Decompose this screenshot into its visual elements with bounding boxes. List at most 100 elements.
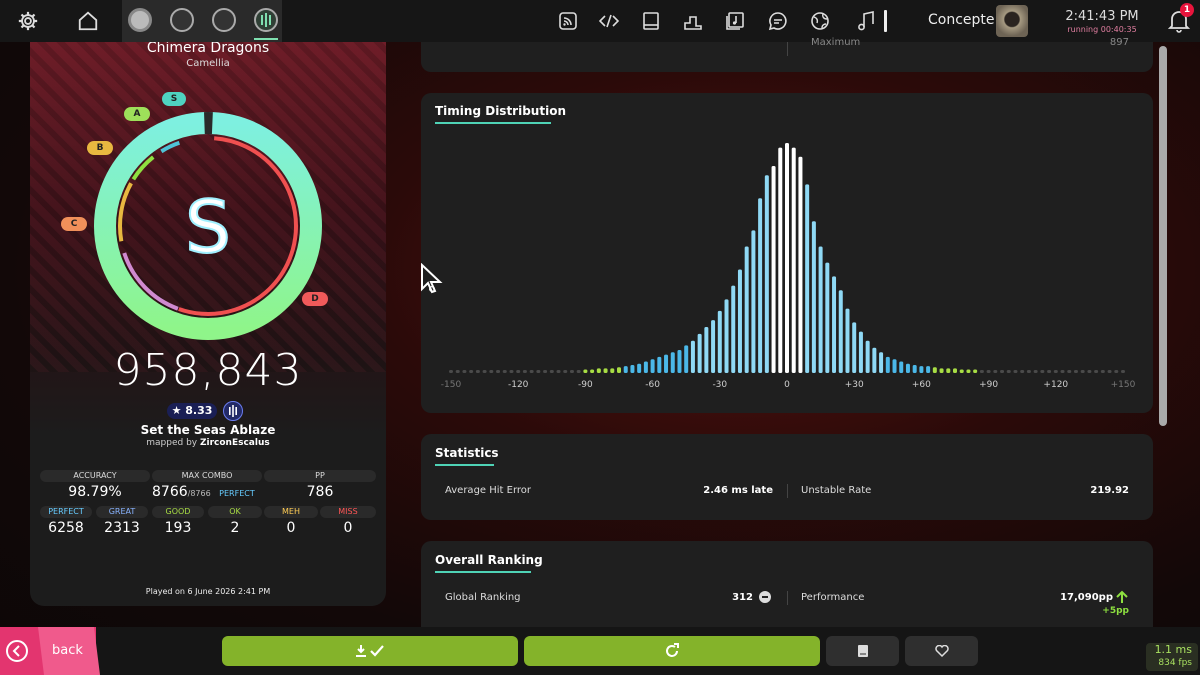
ruleset-mania-icon[interactable] (254, 8, 278, 32)
timing-bar (556, 370, 561, 373)
partial-statistics-card: Maximum 897 (421, 37, 1153, 72)
timing-bar (885, 356, 890, 373)
changelog-code-icon[interactable] (597, 9, 621, 33)
beatmap-details-button[interactable] (826, 636, 899, 666)
max-combo-group: 8766/8766 PERFECT (152, 484, 262, 500)
timing-bar (852, 322, 857, 373)
timing-distribution-title: Timing Distribution (435, 104, 566, 118)
timing-bar (905, 363, 910, 373)
back-chevron-icon[interactable] (6, 640, 28, 662)
timing-bar (563, 370, 568, 373)
favourite-button[interactable] (905, 636, 978, 666)
volume-meter (884, 10, 887, 32)
divider (787, 591, 788, 605)
average-hit-error-value: 2.46 ms late (703, 485, 773, 496)
timing-bar (502, 370, 507, 373)
ruleset-taiko-icon[interactable] (170, 8, 194, 32)
timing-bar (899, 361, 904, 373)
retry-button[interactable] (524, 636, 820, 666)
wiki-book-icon[interactable] (639, 9, 663, 33)
mapper-name[interactable]: ZirconEscalus (200, 438, 270, 448)
mouse-cursor-icon (421, 263, 443, 294)
scrollbar[interactable] (1159, 46, 1167, 426)
dashboard-globe-icon[interactable] (808, 9, 832, 33)
timing-bar (690, 340, 695, 373)
timing-bar (1121, 370, 1125, 373)
timing-bar (959, 369, 964, 373)
settings-gear-icon[interactable] (8, 0, 48, 42)
retry-icon (666, 643, 679, 657)
timing-bar (838, 290, 843, 373)
chat-bubble-icon[interactable] (766, 9, 790, 33)
grade-pill-s: S (162, 92, 186, 106)
judgement-meh-count: 0 (286, 520, 296, 536)
timing-bar (1033, 370, 1038, 373)
beatmap-title: Chimera Dragons (146, 42, 270, 56)
timing-bar (1006, 370, 1011, 373)
rank-unchanged-icon (759, 591, 771, 603)
accuracy-label: ACCURACY (40, 470, 150, 482)
timing-bar (919, 366, 924, 373)
total-score: 958,843 (113, 345, 303, 396)
timing-bar (731, 285, 736, 373)
timing-bar (865, 340, 870, 373)
fps-value: 834 fps (1158, 658, 1192, 668)
timing-bar (845, 308, 850, 373)
x-tick-label: +120 (1043, 380, 1068, 390)
timing-bar (1114, 370, 1119, 373)
timing-bar (576, 370, 581, 373)
ruleset-catch-icon[interactable] (212, 8, 236, 32)
overall-ranking-card: Overall Ranking Global Ranking 312 Perfo… (421, 541, 1153, 627)
timing-bar (610, 368, 615, 373)
save-replay-button[interactable] (222, 636, 518, 666)
timing-bar (717, 310, 722, 373)
timing-bar (475, 370, 480, 373)
timing-bar (1100, 370, 1105, 373)
back-label[interactable]: back (52, 643, 83, 658)
timing-bar (596, 368, 601, 373)
x-tick-label: +60 (912, 380, 931, 390)
title-underline (435, 571, 531, 573)
beatmap-listing-icon[interactable] (723, 9, 747, 33)
heart-icon (934, 645, 949, 657)
timing-bar (569, 370, 574, 373)
timing-bar (771, 166, 776, 373)
judgement-meh-label: MEH (264, 506, 318, 518)
user-avatar[interactable] (996, 5, 1028, 37)
divider (787, 42, 788, 56)
perfect-combo-tag: PERFECT (219, 489, 255, 498)
judgement-ok-count: 2 (230, 520, 240, 536)
notification-count-badge: 1 (1180, 3, 1194, 17)
timing-bar (758, 198, 763, 373)
title-underline (435, 122, 551, 124)
judgement-good-label: GOOD (152, 506, 204, 518)
timing-bar (926, 366, 931, 373)
timing-bar (543, 370, 548, 373)
clock-time: 2:41:43 PM (1065, 9, 1139, 24)
ruleset-osu-icon[interactable] (128, 8, 152, 32)
timing-bar (603, 368, 608, 373)
judgement-great-count: 2313 (104, 520, 140, 536)
home-icon[interactable] (68, 0, 108, 42)
timing-bar (953, 368, 957, 373)
now-playing-music-icon[interactable] (854, 9, 878, 33)
maximum-value: 897 (1109, 37, 1129, 48)
rankings-podium-icon[interactable] (681, 9, 705, 33)
statistics-card: Statistics Average Hit Error 2.46 ms lat… (421, 434, 1153, 520)
statistics-title: Statistics (435, 446, 499, 460)
performance-delta: +5pp (1102, 606, 1129, 616)
news-rss-icon[interactable] (556, 9, 580, 33)
timing-bar (1107, 370, 1112, 373)
x-tick-label: +90 (979, 380, 998, 390)
user-name[interactable]: Concepte (928, 12, 995, 28)
mania-mod-icon[interactable] (223, 401, 243, 421)
max-combo-total: /8766 (187, 489, 211, 498)
judgement-good-count: 193 (164, 520, 192, 536)
timing-bar (1060, 370, 1065, 373)
accuracy-value: 98.79% (68, 484, 122, 500)
unstable-rate-label: Unstable Rate (801, 485, 872, 496)
accuracy-ring: S (93, 111, 322, 340)
session-running-time: running 00:40:35 (1067, 25, 1137, 34)
performance-label: Performance (801, 592, 865, 603)
timing-bar (879, 352, 884, 373)
